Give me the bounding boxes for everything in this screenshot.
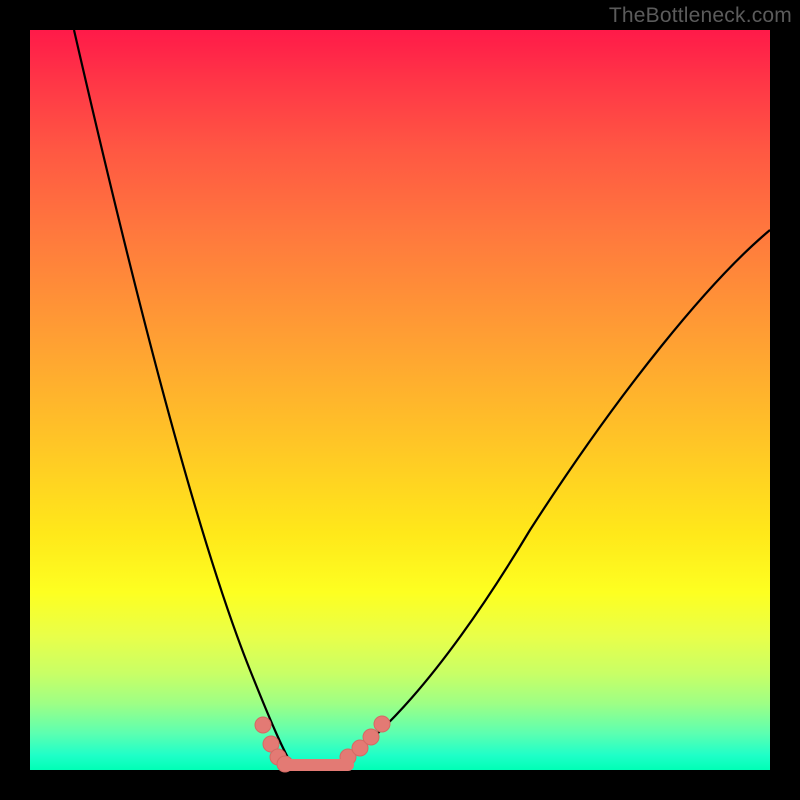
right-curve xyxy=(330,230,770,767)
chart-svg xyxy=(30,30,770,770)
marker-dot xyxy=(255,717,271,733)
chart-plot-area xyxy=(30,30,770,770)
watermark-text: TheBottleneck.com xyxy=(609,4,792,28)
left-curve xyxy=(74,30,292,765)
marker-dot xyxy=(363,729,379,745)
marker-dot xyxy=(374,716,390,732)
